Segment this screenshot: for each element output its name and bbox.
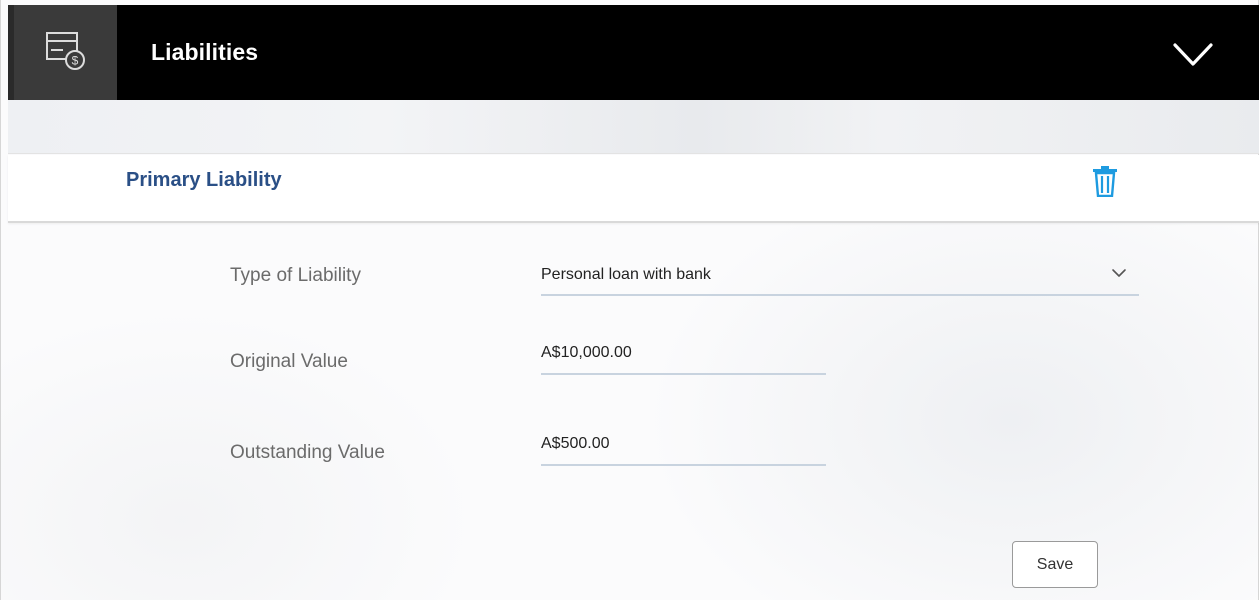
select-chevron-down-icon[interactable] <box>1111 266 1127 278</box>
svg-text:$: $ <box>71 54 78 68</box>
original-value-underline <box>541 373 826 375</box>
section-title: Primary Liability <box>126 169 282 191</box>
type-of-liability-label: Type of Liability <box>230 265 361 286</box>
header-icon-box: $ <box>8 5 117 100</box>
type-of-liability-select[interactable]: Personal loan with bank <box>541 266 711 284</box>
original-value-input[interactable]: A$10,000.00 <box>541 344 632 362</box>
outstanding-value-underline <box>541 464 826 466</box>
save-button[interactable]: Save <box>1012 541 1098 588</box>
liabilities-header[interactable]: $ Liabilities <box>8 5 1259 100</box>
outstanding-value-input[interactable]: A$500.00 <box>541 435 610 453</box>
header-title: Liabilities <box>151 39 259 65</box>
app-frame: $ Liabilities Primary Liability Type of … <box>0 0 1259 600</box>
original-value-label: Original Value <box>230 351 348 372</box>
bill-dollar-icon: $ <box>45 29 87 76</box>
trash-icon[interactable] <box>1091 165 1119 198</box>
banner-strip <box>8 100 1259 154</box>
type-of-liability-underline <box>541 294 1139 296</box>
chevron-down-icon[interactable] <box>1172 41 1214 69</box>
primary-liability-bar: Primary Liability <box>8 155 1259 223</box>
outstanding-value-label: Outstanding Value <box>230 442 385 463</box>
